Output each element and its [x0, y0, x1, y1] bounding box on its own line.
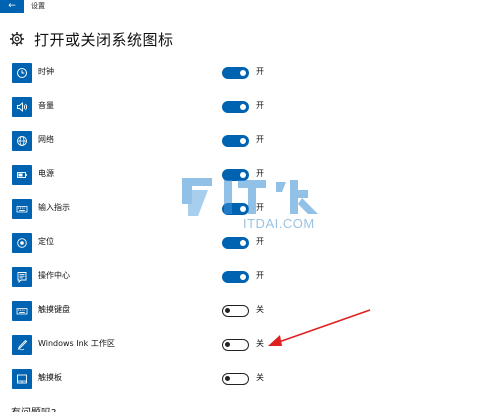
list-item-windows-ink: Windows Ink 工作区 关 — [0, 329, 500, 363]
page-header: 打开或关闭系统图标 — [9, 28, 174, 50]
action-center-icon — [12, 267, 32, 287]
volume-icon — [12, 97, 32, 117]
watermark-text: ITDAI.COM — [243, 216, 315, 231]
list-item-network: 网络 开 — [0, 125, 500, 159]
toggle-switch[interactable] — [222, 101, 249, 113]
list-item-action-center: 操作中心 开 — [0, 261, 500, 295]
gear-icon — [10, 32, 24, 46]
item-label: 触摸键盘 — [38, 305, 70, 314]
item-label: 音量 — [38, 101, 54, 110]
clock-icon — [12, 63, 32, 83]
item-label: 操作中心 — [38, 271, 70, 280]
list-item-touchpad: 触摸板 关 — [0, 363, 500, 397]
item-label: 输入指示 — [38, 203, 70, 212]
back-arrow-icon: ← — [8, 1, 16, 11]
toggle-switch[interactable] — [222, 135, 249, 147]
item-label: 电源 — [38, 169, 54, 178]
network-globe-icon — [12, 131, 32, 151]
back-button[interactable]: ← — [0, 0, 24, 13]
location-icon — [12, 233, 32, 253]
toggle-switch[interactable] — [222, 373, 249, 385]
watermark-logo — [182, 178, 318, 216]
pen-icon — [12, 335, 32, 355]
touchpad-icon — [12, 369, 32, 389]
item-label: 时钟 — [38, 67, 54, 76]
toggle-state: 开 — [256, 101, 264, 110]
toggle-state: 开 — [256, 271, 264, 280]
item-label: 触摸板 — [38, 373, 62, 382]
toggle-switch[interactable] — [222, 305, 249, 317]
toggle-switch[interactable] — [222, 67, 249, 79]
help-link[interactable]: 有问题吗? — [11, 404, 56, 412]
item-label: Windows Ink 工作区 — [38, 339, 115, 348]
item-label: 定位 — [38, 237, 54, 246]
toggle-switch[interactable] — [222, 271, 249, 283]
annotation-arrow-icon — [268, 309, 371, 346]
toggle-switch[interactable] — [222, 339, 249, 351]
list-item-touch-keyboard: 触摸键盘 关 — [0, 295, 500, 329]
keyboard-icon — [12, 199, 32, 219]
page-title: 打开或关闭系统图标 — [34, 30, 174, 49]
battery-icon — [12, 165, 32, 185]
list-item-volume: 音量 开 — [0, 91, 500, 125]
toggle-state: 开 — [256, 67, 264, 76]
window-title: 设置 — [31, 2, 45, 10]
toggle-state: 开 — [256, 135, 264, 144]
toggle-state: 关 — [256, 373, 264, 382]
title-bar: ← 设置 — [0, 0, 500, 13]
item-label: 网络 — [38, 135, 54, 144]
list-item-clock: 时钟 开 — [0, 57, 500, 91]
touch-keyboard-icon — [12, 301, 32, 321]
